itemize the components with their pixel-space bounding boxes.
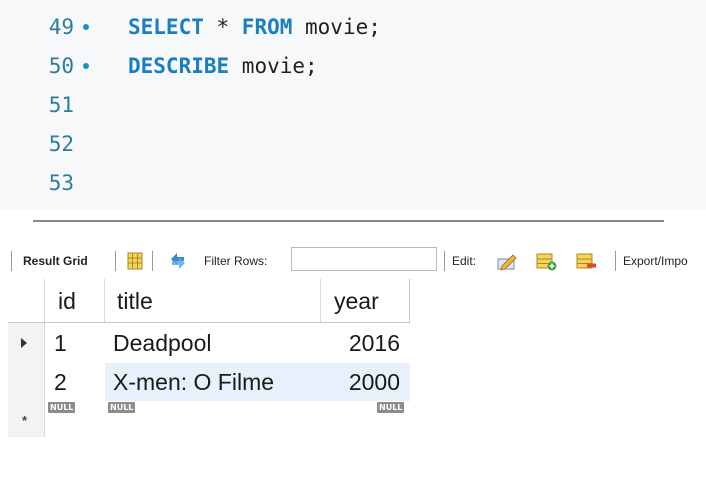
keyword-describe: DESCRIBE [128, 54, 230, 78]
filter-rows-input[interactable] [291, 247, 437, 271]
code-operator: * [203, 15, 242, 39]
table-row[interactable]: 2 X-men: O Filme 2000 [8, 363, 410, 401]
result-grid-tab[interactable]: Result Grid [23, 245, 88, 277]
keyword-select: SELECT [128, 15, 204, 39]
editor-line-49[interactable]: 49 SELECT * FROM movie; [0, 8, 706, 46]
cell-year[interactable]: 2016 [321, 323, 410, 363]
cell-id[interactable]: 2 [45, 363, 105, 401]
row-header[interactable]: * [8, 401, 45, 437]
current-row-arrow-icon [21, 338, 27, 348]
result-toolbar: Result Grid Filter Rows: Edit: Export/Im… [0, 245, 706, 277]
sql-editor[interactable]: 49 SELECT * FROM movie; 50 DESCRIBE movi… [0, 0, 706, 210]
code-identifier: movie; [229, 54, 318, 78]
panel-splitter[interactable] [33, 220, 664, 222]
code-text: DESCRIBE movie; [128, 47, 318, 85]
editor-line-51[interactable]: 51 [0, 86, 706, 124]
toolbar-separator [152, 251, 153, 271]
column-header-year[interactable]: year [321, 279, 410, 323]
new-row-marker: * [22, 413, 28, 428]
grid-layout-icon[interactable] [124, 250, 146, 272]
delete-row-icon[interactable] [575, 250, 597, 272]
null-badge-id[interactable]: NULL [48, 402, 76, 413]
edit-row-icon[interactable] [496, 250, 518, 272]
edit-label: Edit: [452, 254, 477, 268]
editor-line-50[interactable]: 50 DESCRIBE movie; [0, 47, 706, 85]
code-identifier: movie; [292, 15, 381, 39]
export-import-label[interactable]: Export/Impo [623, 245, 688, 277]
toolbar-separator [11, 251, 12, 271]
line-number: 51 [48, 93, 74, 117]
column-header-id[interactable]: id [45, 279, 105, 323]
code-text: SELECT * FROM movie; [128, 8, 381, 46]
add-row-icon[interactable] [535, 250, 557, 272]
statement-marker-icon [83, 24, 89, 30]
table-row[interactable]: 1 Deadpool 2016 [8, 323, 410, 363]
row-header[interactable] [8, 363, 45, 401]
row-header[interactable] [8, 323, 45, 363]
line-number: 50 [48, 54, 74, 78]
grid-header-row: id title year [8, 279, 410, 323]
filter-rows-label: Filter Rows: [204, 254, 268, 268]
toolbar-separator [115, 251, 116, 271]
refresh-icon[interactable] [167, 250, 189, 272]
cell-title[interactable]: Deadpool [105, 323, 321, 363]
null-badge-title[interactable]: NULL [108, 402, 136, 413]
line-number: 52 [48, 132, 74, 156]
column-header-title[interactable]: title [105, 279, 321, 323]
cell-title[interactable]: X-men: O Filme [105, 363, 321, 401]
editor-line-53[interactable]: 53 [0, 164, 706, 202]
editor-line-52[interactable]: 52 [0, 125, 706, 163]
cell-year[interactable]: 2000 [321, 363, 410, 401]
line-number: 49 [48, 15, 74, 39]
toolbar-separator [444, 251, 445, 271]
line-number: 53 [48, 171, 74, 195]
keyword-from: FROM [241, 15, 293, 39]
cell-id[interactable]: 1 [45, 323, 105, 363]
new-row[interactable]: * NULL NULL NULL [8, 401, 410, 437]
statement-marker-icon [83, 63, 89, 69]
toolbar-separator [615, 251, 616, 271]
null-badge-year[interactable]: NULL [377, 402, 405, 413]
grid-corner[interactable] [8, 279, 45, 323]
